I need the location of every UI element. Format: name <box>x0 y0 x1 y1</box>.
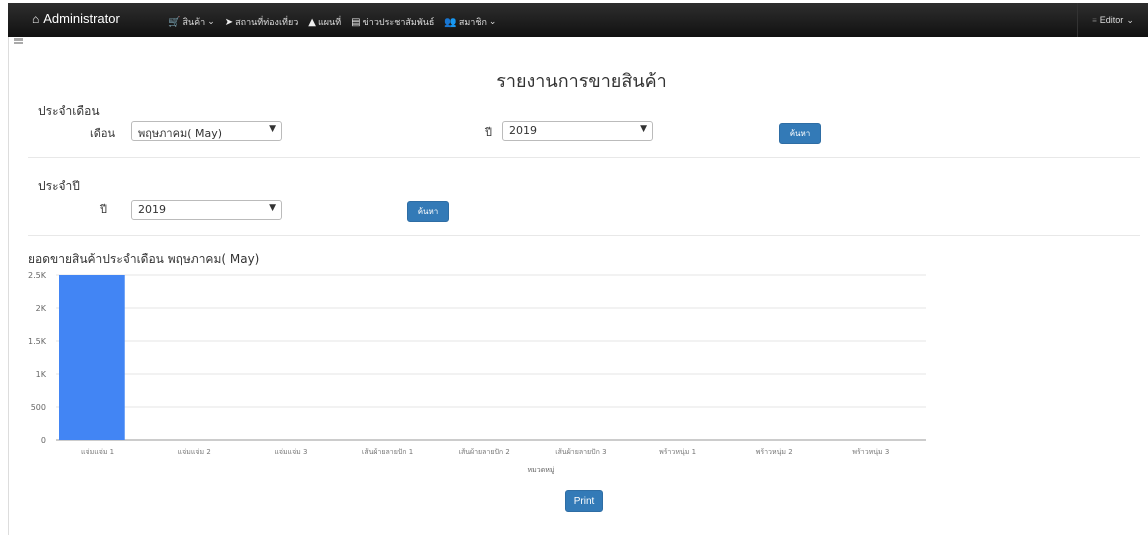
yearly-section-label: ประจำปี <box>38 179 80 193</box>
nav-item-label: ข่าวประชาสัมพันธ์ <box>362 18 435 28</box>
y-tick-label: 2.5K <box>28 271 47 280</box>
x-tick-label: เส้นผ้ายลายปัก 3 <box>555 448 606 456</box>
user-menu[interactable]: ≡ Editor ⌄ <box>1077 3 1148 37</box>
x-tick-label: เส้นผ้ายลายปัก 1 <box>362 448 413 456</box>
monthly-year-select[interactable]: 2019 ▼ <box>502 121 653 141</box>
x-tick-label: พร้าวหนุ่ม 2 <box>756 448 793 456</box>
monthly-search-button[interactable]: ค้นหา <box>779 123 821 144</box>
bar <box>59 275 125 440</box>
select-arrow-icon: ▼ <box>640 124 647 134</box>
nav-item-members[interactable]: 👥 สมาชิก ⌄ <box>444 15 496 29</box>
caret-down-icon: ⌄ <box>488 17 497 27</box>
page-title: รายงานการขายสินค้า <box>496 71 667 92</box>
users-icon: 👥 <box>444 16 457 28</box>
x-tick-label: พร้าวหนุ่ม 1 <box>659 448 696 456</box>
month-select-value: พฤษภาคม( May) <box>138 127 223 140</box>
print-button[interactable]: Print <box>565 490 603 512</box>
nav-item-label: สถานที่ท่องเที่ยว <box>235 18 299 28</box>
month-select[interactable]: พฤษภาคม( May) ▼ <box>131 121 282 141</box>
yearly-year-label: ปี <box>100 203 107 216</box>
map-icon: ▲ <box>308 16 316 28</box>
y-tick-label: 500 <box>31 403 46 412</box>
home-icon: ⌂ <box>32 12 40 26</box>
yearly-year-select[interactable]: 2019 ▼ <box>131 200 282 220</box>
x-axis-title: หมวดหมู่ <box>528 466 555 474</box>
x-tick-label: แจ่มแจ่ม 3 <box>274 448 307 456</box>
user-icon: ≡ <box>1092 15 1097 25</box>
yearly-search-button[interactable]: ค้นหา <box>407 201 449 222</box>
nav-item-label: แผนที่ <box>317 18 342 28</box>
menu-toggle-icon[interactable] <box>14 38 23 44</box>
divider <box>28 235 1140 236</box>
y-tick-label: 0 <box>41 436 46 445</box>
yearly-year-select-value: 2019 <box>138 203 166 216</box>
nav-item-label: สินค้า <box>182 18 206 28</box>
month-label: เดือน <box>90 127 116 140</box>
monthly-year-label: ปี <box>485 126 492 139</box>
select-arrow-icon: ▼ <box>269 203 276 213</box>
nav-item-news[interactable]: ▤ ข่าวประชาสัมพันธ์ <box>351 15 434 29</box>
y-tick-label: 1.5K <box>28 337 47 346</box>
y-tick-label: 1K <box>36 370 47 379</box>
brand-label: Administrator <box>43 11 120 26</box>
nav-item-attractions[interactable]: ➤ สถานที่ท่องเที่ยว <box>225 15 299 29</box>
chart-title: ยอดขายสินค้าประจำเดือน พฤษภาคม( May) <box>28 252 260 266</box>
top-navbar: ⌂ Administrator 🛒 สินค้า ⌄ ➤ สถานที่ท่องเที่… <box>8 3 1148 37</box>
monthly-year-select-value: 2019 <box>509 124 537 137</box>
divider <box>28 157 1140 158</box>
cart-icon: 🛒 <box>168 16 181 28</box>
newspaper-icon: ▤ <box>351 16 361 28</box>
monthly-section-label: ประจำเดือน <box>38 104 100 118</box>
select-arrow-icon: ▼ <box>269 124 276 134</box>
nav-item-products[interactable]: 🛒 สินค้า ⌄ <box>168 15 215 29</box>
x-tick-label: พร้าวหนุ่ม 3 <box>852 448 889 456</box>
brand-link[interactable]: ⌂ Administrator <box>32 11 120 26</box>
x-tick-label: แจ่มแจ่ม 2 <box>178 448 211 456</box>
sidebar-border <box>8 37 9 535</box>
caret-down-icon: ⌄ <box>1126 14 1134 25</box>
nav-item-map[interactable]: ▲ แผนที่ <box>308 15 341 29</box>
caret-down-icon: ⌄ <box>207 17 215 27</box>
x-tick-label: แจ่มแจ่ม 1 <box>81 448 114 456</box>
paper-plane-icon: ➤ <box>224 16 234 28</box>
x-tick-label: เส้นผ้ายลายปัก 2 <box>459 448 510 456</box>
y-tick-label: 2K <box>36 304 47 313</box>
nav-item-label: สมาชิก <box>458 18 487 28</box>
nav-menu: 🛒 สินค้า ⌄ ➤ สถานที่ท่องเที่ยว ▲ แผนที่ ▤ ข่า… <box>168 15 496 29</box>
user-name: Editor <box>1099 15 1124 25</box>
